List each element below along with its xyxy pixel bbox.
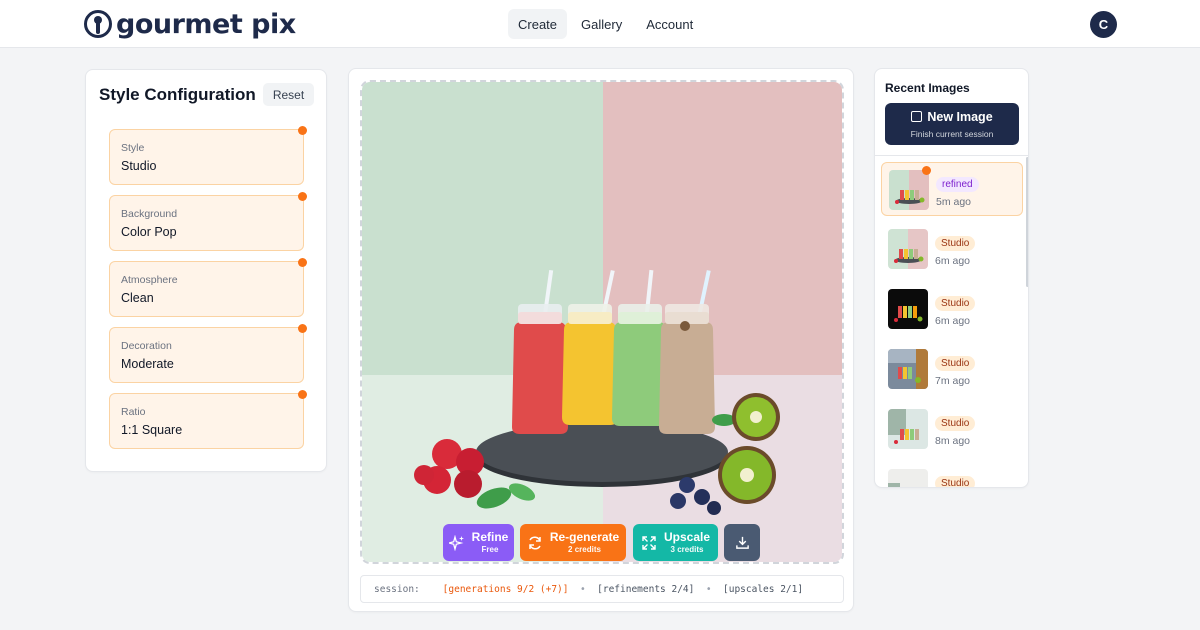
studio-tag: Studio bbox=[935, 296, 976, 311]
field-label: Style bbox=[121, 142, 145, 154]
smoothie-bottles-image bbox=[362, 82, 842, 562]
recent-image-thumbnail bbox=[888, 409, 928, 449]
recent-list-scrollbar[interactable] bbox=[1026, 157, 1028, 287]
download-button[interactable] bbox=[724, 524, 760, 561]
recent-image-item[interactable]: Studio bbox=[881, 462, 1023, 487]
download-icon bbox=[735, 536, 749, 549]
timestamp: 7m ago bbox=[935, 375, 971, 387]
reset-button[interactable]: Reset bbox=[263, 83, 314, 106]
style-field-ratio[interactable]: Ratio 1:1 Square bbox=[109, 390, 307, 449]
session-generations: [generations 9/2 (+7)] bbox=[442, 583, 569, 595]
field-label: Background bbox=[121, 208, 178, 220]
new-image-sublabel: Finish current session bbox=[910, 129, 994, 139]
expand-icon bbox=[642, 535, 656, 550]
upscale-cost: 3 credits bbox=[670, 545, 704, 554]
recent-image-thumbnail bbox=[888, 289, 928, 329]
field-label: Ratio bbox=[121, 406, 146, 418]
style-configuration-panel: Style Configuration Reset Style Studio B… bbox=[85, 69, 327, 472]
recent-images-panel: Recent Images New Image Finish current s… bbox=[874, 68, 1029, 488]
refine-label: Refine bbox=[471, 530, 509, 544]
recent-image-thumbnail bbox=[888, 229, 928, 269]
canvas-panel: Refine Free Re-generate 2 credits Upscal… bbox=[348, 68, 854, 612]
studio-tag: Studio bbox=[935, 476, 976, 487]
refresh-icon bbox=[529, 535, 541, 550]
recent-image-item[interactable]: Studio 6m ago bbox=[881, 282, 1023, 336]
recent-image-thumbnail bbox=[888, 469, 928, 487]
logo-text: gourmet pix bbox=[116, 8, 296, 40]
sparkles-icon bbox=[448, 534, 464, 551]
style-field-decoration[interactable]: Decoration Moderate bbox=[109, 324, 307, 383]
field-value: Studio bbox=[121, 159, 157, 173]
recent-images-list: refined 5m ago Studio 6m ago Studio 6m a… bbox=[875, 156, 1028, 487]
new-image-button[interactable]: New Image Finish current session bbox=[885, 103, 1019, 145]
regenerate-cost: 2 credits bbox=[568, 545, 601, 554]
session-status-bar: session: [generations 9/2 (+7)] • [refin… bbox=[360, 575, 844, 603]
recent-image-item[interactable]: Studio 6m ago bbox=[881, 222, 1023, 276]
nav-create[interactable]: Create bbox=[508, 9, 568, 39]
modified-indicator bbox=[298, 390, 307, 399]
style-field-atmosphere[interactable]: Atmosphere Clean bbox=[109, 258, 307, 317]
studio-tag: Studio bbox=[935, 356, 976, 371]
nav-account[interactable]: Account bbox=[636, 9, 703, 39]
recent-image-item[interactable]: Studio 8m ago bbox=[881, 402, 1023, 456]
field-value: Color Pop bbox=[121, 225, 177, 239]
panel-title: Style Configuration bbox=[99, 85, 256, 104]
session-upscales: [upscales 2/1] bbox=[723, 583, 804, 595]
recent-image-item[interactable]: Studio 7m ago bbox=[881, 342, 1023, 396]
modified-indicator bbox=[298, 192, 307, 201]
field-value: Clean bbox=[121, 291, 154, 305]
logo[interactable]: gourmet pix bbox=[84, 8, 296, 40]
refine-cost: Free bbox=[481, 545, 499, 554]
new-indicator bbox=[922, 166, 931, 175]
top-bar: gourmet pix Create Gallery Account C bbox=[0, 0, 1200, 48]
user-avatar[interactable]: C bbox=[1090, 11, 1117, 38]
modified-indicator bbox=[298, 324, 307, 333]
recent-image-thumbnail bbox=[889, 170, 929, 210]
regenerate-button[interactable]: Re-generate 2 credits bbox=[520, 524, 626, 561]
nav-gallery[interactable]: Gallery bbox=[571, 9, 632, 39]
session-refinements: [refinements 2/4] bbox=[597, 583, 695, 595]
spoon-logo-icon bbox=[84, 10, 112, 38]
main-nav: Create Gallery Account bbox=[508, 9, 703, 39]
generated-image-frame: Refine Free Re-generate 2 credits Upscal… bbox=[360, 80, 844, 564]
refine-button[interactable]: Refine Free bbox=[443, 524, 514, 561]
studio-tag: Studio bbox=[935, 416, 976, 431]
timestamp: 5m ago bbox=[936, 196, 972, 208]
recent-images-title: Recent Images bbox=[885, 81, 970, 95]
exit-icon bbox=[911, 111, 923, 122]
field-value: Moderate bbox=[121, 357, 174, 371]
field-label: Atmosphere bbox=[121, 274, 178, 286]
modified-indicator bbox=[298, 258, 307, 267]
upscale-label: Upscale bbox=[663, 530, 711, 544]
refined-tag: refined bbox=[936, 177, 979, 192]
new-image-label: New Image bbox=[927, 110, 993, 124]
recent-image-item[interactable]: refined 5m ago bbox=[881, 162, 1023, 216]
field-label: Decoration bbox=[121, 340, 172, 352]
style-field-background[interactable]: Background Color Pop bbox=[109, 192, 307, 251]
timestamp: 8m ago bbox=[935, 435, 971, 447]
style-field-style[interactable]: Style Studio bbox=[109, 126, 307, 185]
timestamp: 6m ago bbox=[935, 315, 971, 327]
field-value: 1:1 Square bbox=[121, 423, 183, 437]
session-prefix: session: bbox=[374, 583, 420, 595]
modified-indicator bbox=[298, 126, 307, 135]
regenerate-label: Re-generate bbox=[549, 530, 620, 544]
upscale-button[interactable]: Upscale 3 credits bbox=[633, 524, 718, 561]
timestamp: 6m ago bbox=[935, 255, 971, 267]
studio-tag: Studio bbox=[935, 236, 976, 251]
recent-image-thumbnail bbox=[888, 349, 928, 389]
